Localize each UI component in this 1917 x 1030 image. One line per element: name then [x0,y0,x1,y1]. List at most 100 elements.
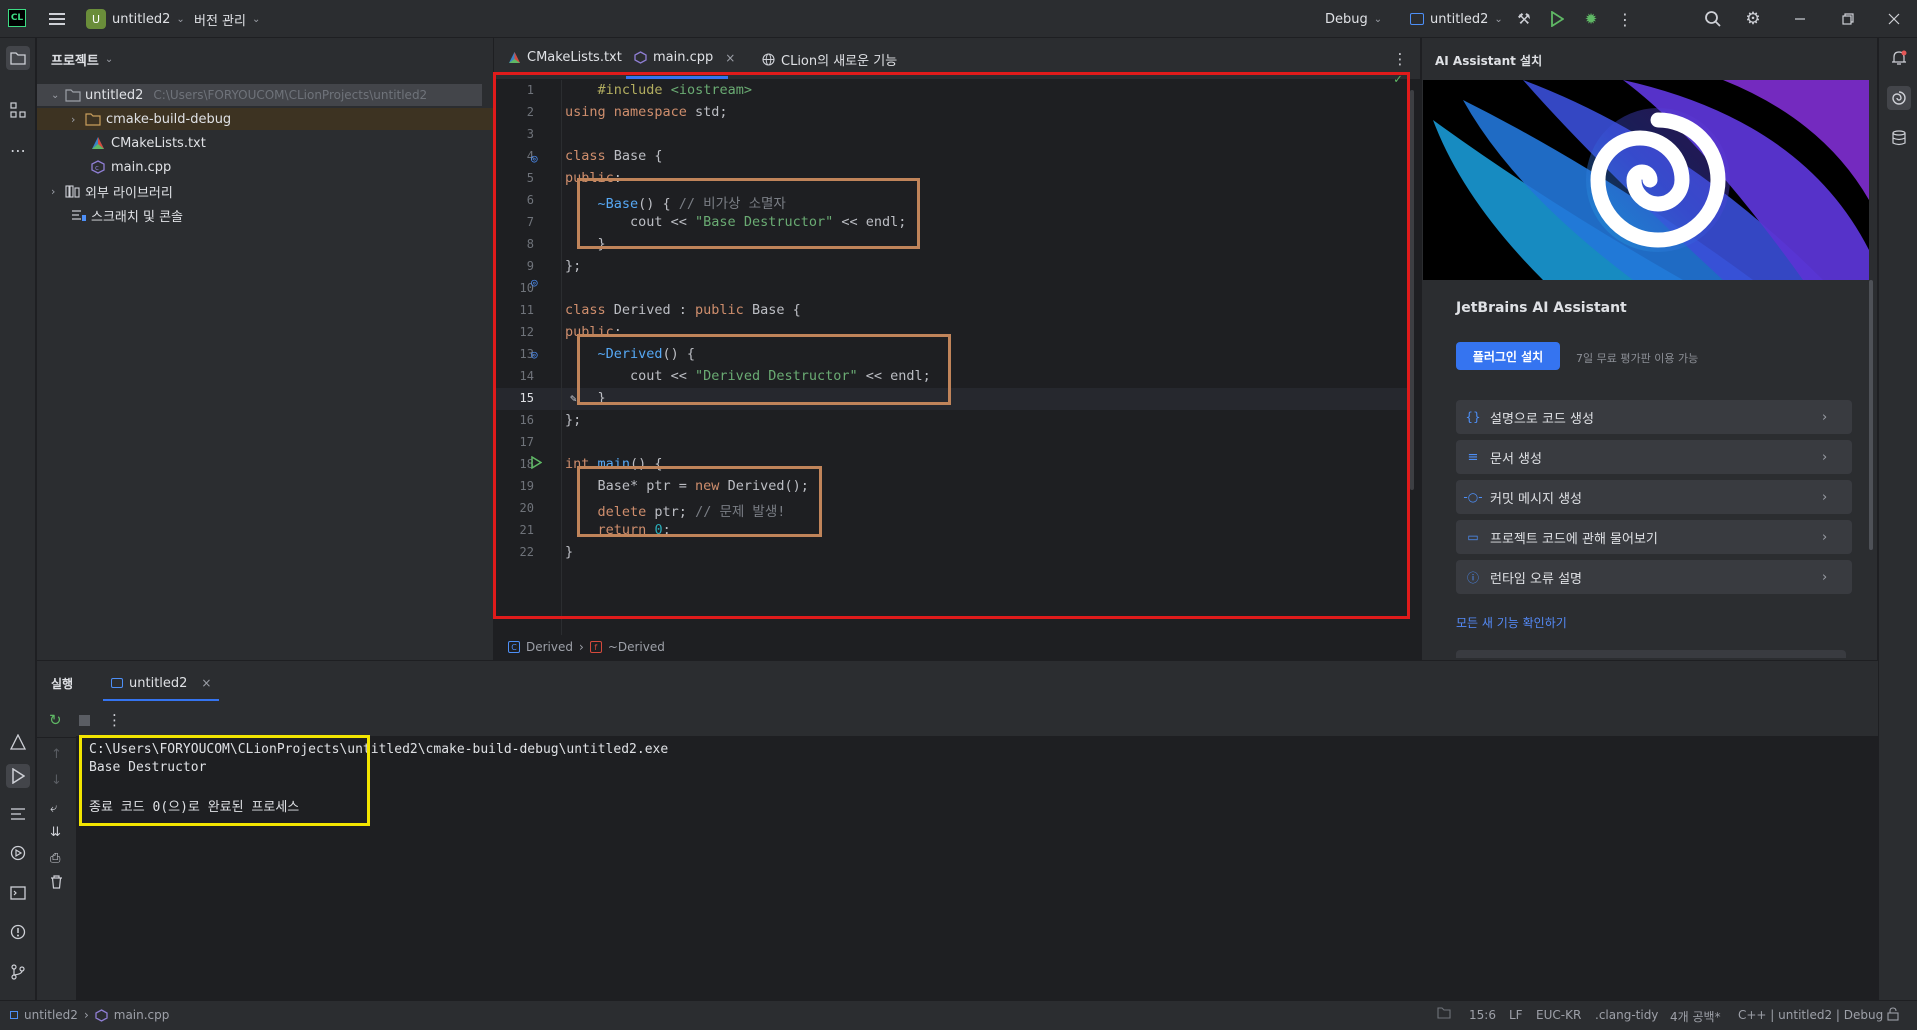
restore-icon[interactable] [1836,7,1860,31]
rerun-icon[interactable]: ↻ [49,711,62,729]
cmake-icon[interactable] [6,730,30,754]
project-folder-icon[interactable] [6,46,30,70]
more-actions-icon[interactable]: ⋮ [107,711,122,729]
ai-title: JetBrains AI Assistant [1456,300,1627,316]
tree-item-label: 외부 라이브러리 [85,185,173,201]
globe-icon [762,53,775,66]
tab-label: CLion의 새로운 기능 [781,54,898,69]
chevron-down-icon: ⌄ [176,13,185,25]
folder-icon[interactable] [1437,1007,1451,1022]
class-icon: C [508,641,520,653]
tree-item-file[interactable]: CMakeLists.txt [37,132,206,154]
status-breadcrumb[interactable]: untitled2 › main.cpp [10,1008,169,1022]
ai-feature-label: 프로젝트 코드에 관해 물어보기 [1490,531,1658,547]
scratches-icon [72,210,86,221]
file-encoding[interactable]: EUC-KR [1536,1008,1581,1022]
scroll-down-icon[interactable]: ↓ [51,773,62,788]
chevron-down-icon: ⌄ [51,89,60,101]
caret-position[interactable]: 15:6 [1469,1008,1496,1022]
more-tools-icon[interactable]: ⋯ [6,138,30,162]
notifications-bell-icon[interactable] [1887,46,1911,70]
breadcrumb-item[interactable]: Derived [526,640,573,654]
run-tool-icon[interactable] [6,764,30,788]
console-output[interactable]: C:\Users\FORYOUCOM\CLionProjects\untitle… [76,735,1878,1000]
ai-feature-item[interactable]: ▭ 프로젝트 코드에 관해 물어보기 › [1456,520,1852,554]
commit-icon: -○- [1463,490,1483,504]
method-icon: f [589,641,602,653]
ai-feature-item[interactable]: -○- 커밋 메시지 생성 › [1456,480,1852,514]
scroll-up-icon[interactable]: ↑ [51,747,62,762]
project-name: untitled2 [112,11,171,27]
breadcrumb-item[interactable]: ~Derived [608,640,665,654]
services-icon[interactable] [6,841,30,865]
breadcrumb-bar: C Derived › f ~Derived [508,640,665,654]
scroll-to-end-icon[interactable]: ⇊ [50,825,61,840]
project-panel-header[interactable]: 프로젝트 ⌄ [51,50,113,69]
messages-icon[interactable] [6,802,30,826]
chevron-right-icon: › [51,184,56,198]
ai-feature-item[interactable]: ⓘ 런타임 오류 설명 › [1456,560,1852,594]
ai-feature-item[interactable]: {} 설명으로 코드 생성 › [1456,400,1852,434]
search-icon[interactable] [1701,7,1725,31]
ai-feature-label: 커밋 메시지 생성 [1490,491,1582,507]
resolve-context[interactable]: C++ | untitled2 | Debug [1738,1008,1883,1022]
stop-icon[interactable] [79,715,90,726]
tree-item-scratches[interactable]: 스크래치 및 콘솔 [37,204,183,226]
tab-whats-new[interactable]: CLion의 새로운 기능 [762,50,897,69]
problems-icon[interactable] [6,920,30,944]
left-tool-strip: ⋯ [0,38,36,1000]
close-icon[interactable]: × [725,51,735,65]
git-branch-icon[interactable] [6,960,30,984]
config-selector[interactable]: Debug ⌄ [1325,8,1382,30]
debug-bug-icon[interactable]: ✹ [1579,7,1603,31]
code-braces-icon: {} [1465,410,1481,424]
tree-item-file[interactable]: c main.cpp [37,156,171,178]
main-menu-icon[interactable] [45,7,69,31]
editor-scrollbar[interactable] [1410,90,1414,490]
minimize-icon[interactable] [1788,7,1812,31]
lock-icon[interactable] [1887,1007,1899,1024]
trial-text: 7일 무료 평가판 이용 가능 [1576,352,1699,365]
project-panel: 프로젝트 ⌄ ⌄ untitled2 C:\Users\FORYOUCOM\CL… [37,38,493,660]
close-icon[interactable] [1882,7,1906,31]
tab-main-cpp[interactable]: main.cpp × [634,50,735,65]
install-plugin-button[interactable]: 플러그인 설치 [1456,342,1560,370]
print-icon[interactable]: ⎙ [50,851,60,866]
terminal-icon[interactable] [6,881,30,905]
chevron-right-icon: › [1822,489,1828,505]
run-icon[interactable] [1545,7,1569,31]
database-icon[interactable] [1887,126,1911,150]
project-widget[interactable]: U untitled2 ⌄ [86,8,185,30]
trash-icon[interactable] [50,875,63,893]
linter-config[interactable]: .clang-tidy [1595,1008,1658,1022]
project-square-icon [10,1011,18,1019]
cpp-file-icon [634,51,647,64]
run-tab[interactable]: untitled2 × [103,667,220,701]
tree-item-label: main.cpp [111,159,172,175]
run-target-selector[interactable]: untitled2 ⌄ [1410,8,1503,30]
soft-wrap-icon[interactable]: ⤶ [50,801,57,816]
line-separator[interactable]: LF [1509,1008,1523,1022]
tab-options-icon[interactable]: ⋮ [1388,47,1412,71]
vcs-widget[interactable]: 버전 관리 ⌄ [194,8,260,30]
indent-setting[interactable]: 4개 공백* [1670,1008,1721,1025]
whats-new-link[interactable]: 모든 새 기능 확인하기 [1456,614,1567,631]
structure-icon[interactable] [6,98,30,122]
ai-assistant-icon[interactable] [1887,86,1911,110]
more-actions-icon[interactable]: ⋮ [1613,7,1637,31]
tree-item-folder[interactable]: › cmake-build-debug [37,108,493,130]
build-hammer-icon[interactable]: ⚒ [1512,7,1536,31]
library-icon [65,185,80,198]
ai-feature-label: 설명으로 코드 생성 [1490,411,1594,427]
chevron-right-icon: › [71,112,76,126]
ai-feature-label: 문서 생성 [1490,451,1542,467]
close-icon[interactable]: × [201,676,211,690]
settings-gear-icon[interactable]: ⚙ [1741,7,1765,31]
tree-root[interactable]: ⌄ untitled2 C:\Users\FORYOUCOM\CLionProj… [37,84,482,106]
ai-scrollbar[interactable] [1869,280,1873,550]
tree-item-libraries[interactable]: › 외부 라이브러리 [37,180,173,202]
code-editor[interactable]: 1 2 3 4 5 6 7 8 9 10 11 12 13 14 15 16 17 18 19 20 21 22 ◎ ◎ … [493,72,1420,660]
ai-feature-item[interactable]: ≡ 문서 생성 › [1456,440,1852,474]
chevron-right-icon: › [1822,449,1828,465]
tab-cmakelists[interactable]: CMakeLists.txt [508,50,622,65]
